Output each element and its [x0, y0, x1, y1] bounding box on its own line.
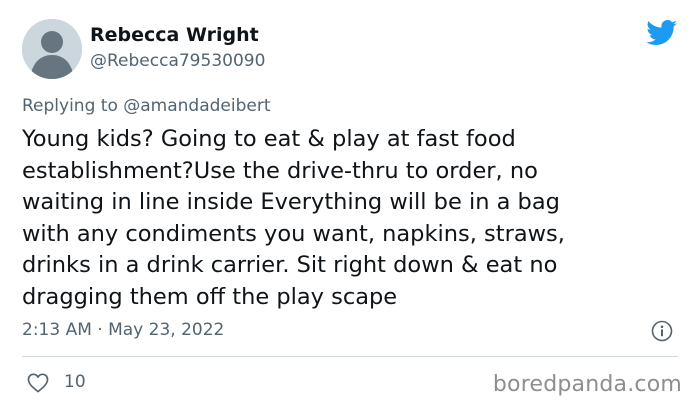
tweet-card: Rebecca Wright @Rebecca79530090 Replying… — [0, 0, 700, 410]
avatar[interactable] — [22, 19, 82, 79]
replying-to: Replying to @amandadeibert — [22, 96, 271, 116]
tweet-text-line: Young kids? Going to eat & play at fast … — [22, 126, 516, 152]
tweet-text-line: waiting in line inside Everything will b… — [22, 189, 560, 215]
replying-to-handle[interactable]: @amandadeibert — [123, 96, 270, 116]
tweet-text-line: dragging them off the play scape — [22, 283, 398, 310]
default-avatar-icon — [22, 19, 82, 79]
author-display-name[interactable]: Rebecca Wright — [90, 24, 259, 46]
heart-icon[interactable] — [27, 373, 49, 393]
tweet-text-line: establishment?Use the drive-thru to orde… — [22, 157, 538, 184]
replying-to-label: Replying to — [22, 96, 118, 116]
tweet-text-line: drinks in a drink carrier. Sit right dow… — [22, 252, 558, 278]
twitter-bird-icon[interactable] — [646, 20, 678, 46]
info-icon[interactable] — [651, 320, 673, 342]
like-count: 10 — [64, 372, 86, 392]
divider — [22, 356, 678, 357]
tweet-text: Young kids? Going to eat & play at fast … — [22, 124, 682, 313]
tweet-timestamp[interactable]: 2:13 AM · May 23, 2022 — [22, 320, 224, 340]
watermark: boredpanda.com — [492, 372, 682, 397]
author-handle[interactable]: @Rebecca79530090 — [90, 51, 265, 71]
tweet-text-line: with any condiments you want, napkins, s… — [22, 220, 565, 247]
